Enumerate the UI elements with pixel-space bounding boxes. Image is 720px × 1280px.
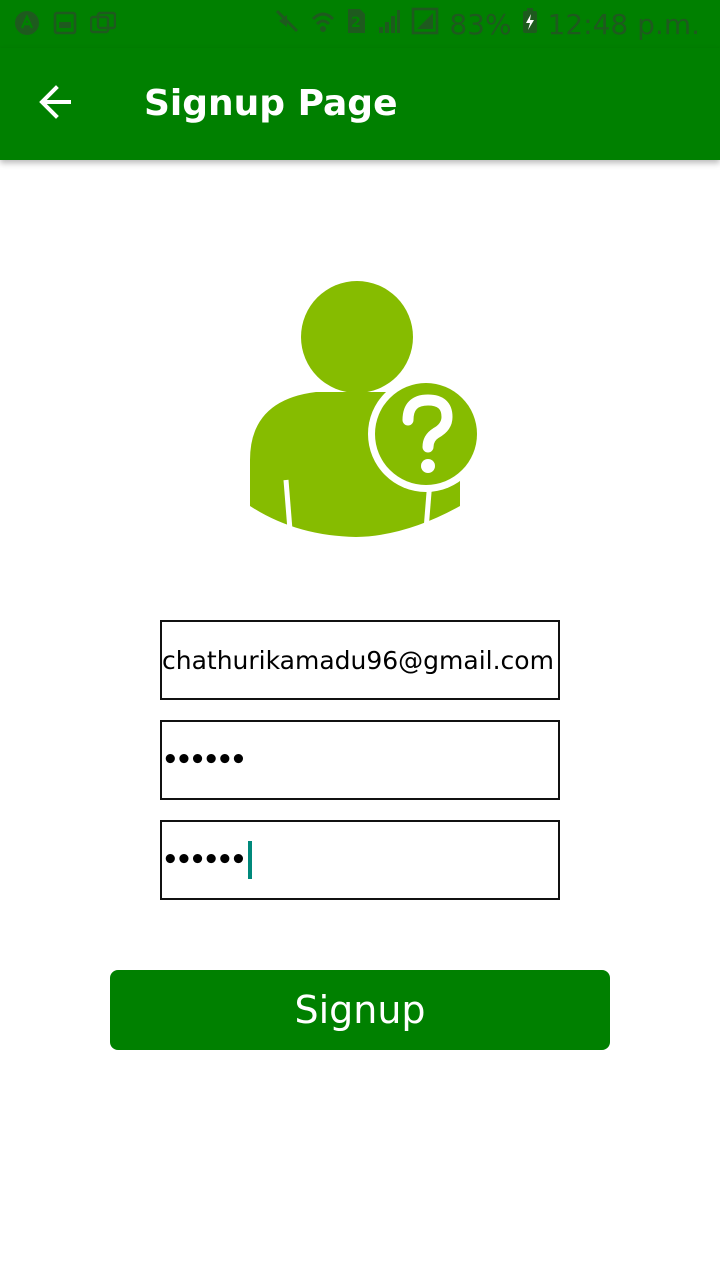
signup-button[interactable]: Signup xyxy=(110,970,610,1050)
battery-charging-icon xyxy=(522,7,538,42)
email-field[interactable]: chathurikamadu96@gmail.com xyxy=(160,620,560,700)
wifi-icon xyxy=(311,7,335,42)
app-bar: Signup Page xyxy=(0,48,720,160)
mute-icon xyxy=(273,7,301,42)
back-button[interactable] xyxy=(24,72,88,136)
page-title: Signup Page xyxy=(144,83,398,124)
app-notification-icon xyxy=(14,10,40,36)
arrow-back-icon xyxy=(38,84,74,124)
nosim-signal-icon xyxy=(411,7,439,42)
status-time: 12:48 p.m. xyxy=(547,7,700,41)
signup-button-label: Signup xyxy=(294,988,426,1032)
email-value: chathurikamadu96@gmail.com xyxy=(162,645,554,675)
confirm-password-field[interactable]: •••••• xyxy=(160,820,560,900)
signal-icon xyxy=(377,7,401,42)
sim-icon: 2 xyxy=(345,7,367,42)
svg-text:2: 2 xyxy=(351,15,361,31)
user-question-icon xyxy=(246,280,486,542)
password-value: •••••• xyxy=(162,745,247,775)
confirm-password-value: •••••• xyxy=(162,845,247,875)
status-left-icons xyxy=(14,10,116,36)
status-bar: 2 83% 12:48 p.m. xyxy=(0,0,720,48)
password-field[interactable]: •••••• xyxy=(160,720,560,800)
multi-window-icon xyxy=(90,10,116,36)
text-caret xyxy=(247,841,252,879)
battery-percent: 83% xyxy=(449,7,512,41)
status-right-icons: 2 83% 12:48 p.m. xyxy=(273,6,700,42)
image-notification-icon xyxy=(52,10,78,36)
